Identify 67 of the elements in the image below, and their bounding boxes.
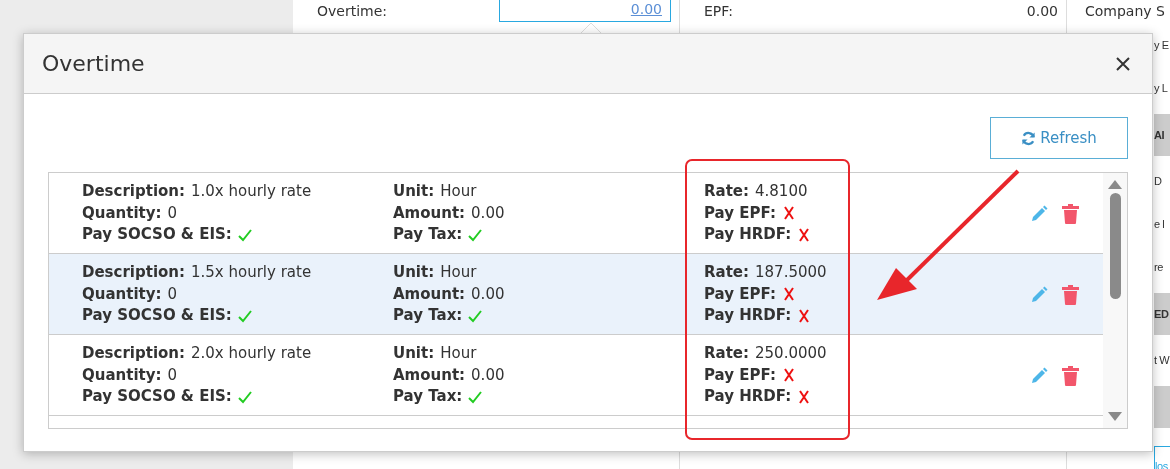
list-row[interactable]: Description: 2.0x hourly rate Quantity: 0 Pay SOCSO & EIS: Unit: Hour Amount: 0.00 Pay Tax: Rate: 250.0000 Pay EPF: Pay HRDF: [49,335,1103,416]
field-label: Pay SOCSO & EIS: [82,305,232,326]
field-label: Pay SOCSO & EIS: [82,386,232,407]
field-label: Description: [82,262,185,283]
field-value: 2.0x hourly rate [191,343,312,364]
dialog-title: Overtime [42,50,145,78]
delete-button[interactable] [1062,284,1079,306]
field-label: Rate: [704,262,749,283]
field-label: Description: [82,181,185,202]
side-label: Company S [1084,2,1166,21]
field-value: 1.0x hourly rate [191,181,312,202]
trash-icon [1062,366,1079,386]
trash-icon [1062,285,1079,305]
field-label: Pay EPF: [704,283,776,305]
field-label: Amount: [393,202,466,224]
field-label: EPF: [704,2,733,21]
refresh-button[interactable]: Refresh [990,117,1128,159]
field-label: Pay Tax: [393,305,463,326]
field-value: 1.5x hourly rate [191,262,312,283]
field-label: Overtime: [317,2,388,21]
field-label: Unit: [393,181,435,202]
scroll-up-icon[interactable] [1108,179,1122,189]
field-value: 0.00 [471,202,505,224]
pencil-icon [1030,286,1048,304]
pencil-icon [1030,205,1048,223]
field-label: Pay SOCSO & EIS: [82,224,232,245]
field-value: 187.5000 [755,262,827,283]
trash-icon [1062,204,1079,224]
delete-button[interactable] [1062,365,1079,387]
field-label: Pay EPF: [704,202,776,224]
field-value: 0 [167,364,178,386]
scroll-down-icon[interactable] [1108,412,1122,422]
field-label: Amount: [393,364,466,386]
field-value: Hour [440,181,477,202]
field-label: Quantity: [82,283,162,305]
scrollbar-thumb[interactable] [1109,193,1121,299]
field-value: 0.00 [471,364,505,386]
field-label: Rate: [704,343,749,364]
field-value: 0 [167,283,178,305]
section-band: AI [1154,114,1170,156]
field-label: Pay Tax: [393,224,463,245]
field-value: Hour [440,262,477,283]
field-value: Hour [440,343,477,364]
delete-button[interactable] [1062,203,1079,225]
field-value: 0.00 [1026,2,1058,21]
field-value: 250.0000 [755,343,827,364]
pencil-icon [1030,367,1048,385]
field-label: Pay HRDF: [704,224,792,245]
scrollbar[interactable] [1103,173,1127,428]
field-label: Quantity: [82,202,162,224]
close-icon [1116,56,1130,71]
list-row[interactable]: Description: 1.5x hourly rate Quantity: 0 Pay SOCSO & EIS: Unit: Hour Amount: 0.00 Pay Tax: Rate: 187.5000 Pay EPF: Pay HRDF: [49,254,1103,335]
field-label: Description: [82,343,185,364]
field-value: 0.00 [471,283,505,305]
field-label: Pay Tax: [393,386,463,407]
field-label: Quantity: [82,364,162,386]
field-value: 4.8100 [755,181,808,202]
field-label: Pay EPF: [704,364,776,386]
field-label: Rate: [704,181,749,202]
field-label: Unit: [393,343,435,364]
field-label: Pay HRDF: [704,386,792,407]
field-value: 0 [167,202,178,224]
field-label: Unit: [393,262,435,283]
section-band: ED [1154,293,1170,335]
field-label: Amount: [393,283,466,305]
refresh-icon [1021,130,1037,146]
field-label: Pay HRDF: [704,305,792,326]
